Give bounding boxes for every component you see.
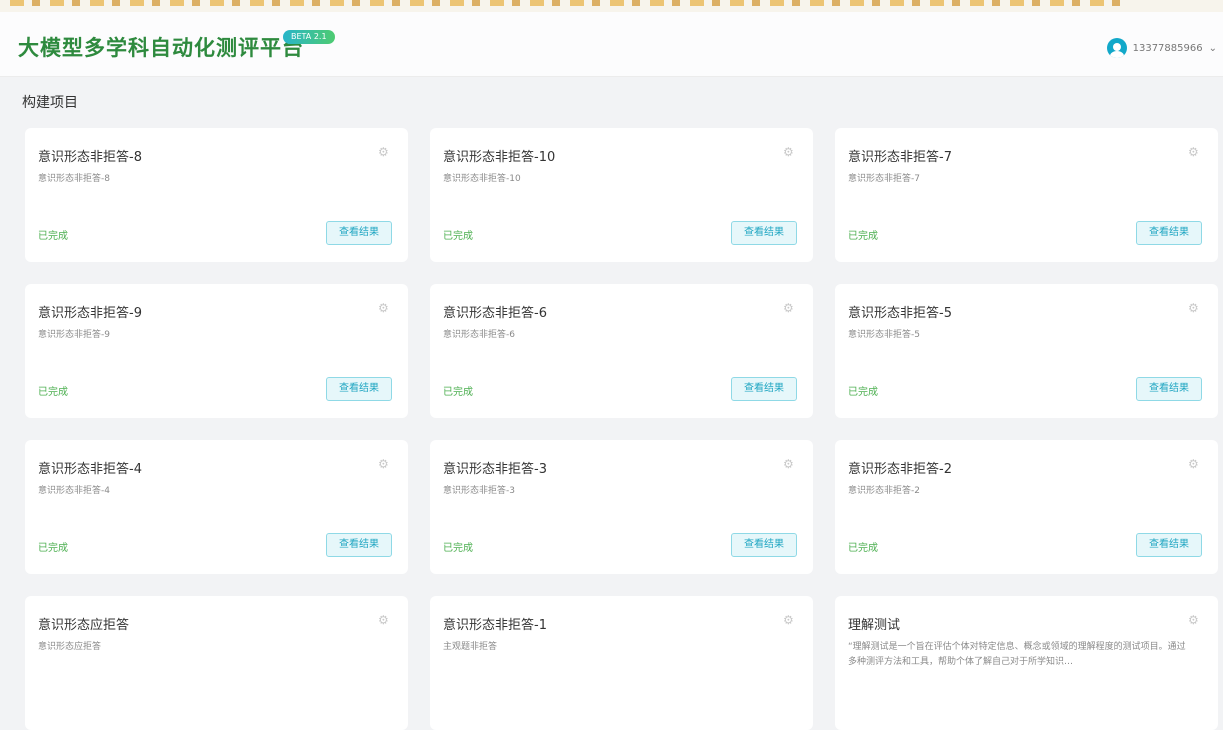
status-badge: 已完成 bbox=[443, 387, 473, 398]
view-results-button[interactable]: 查看结果 bbox=[1136, 377, 1202, 401]
card-description: 意识形态非拒答-4 bbox=[38, 486, 110, 496]
gear-icon[interactable]: ⚙ bbox=[378, 302, 390, 314]
status-badge: 已完成 bbox=[443, 543, 473, 554]
view-results-button[interactable]: 查看结果 bbox=[731, 533, 797, 557]
card-title: 意识形态非拒答-9 bbox=[38, 306, 142, 321]
page-title: 构建项目 bbox=[22, 95, 78, 111]
gear-icon[interactable]: ⚙ bbox=[783, 302, 795, 314]
beta-badge: BETA 2.1 bbox=[283, 30, 335, 44]
project-card[interactable]: 意识形态非拒答-3 意识形态非拒答-3 ⚙ 已完成 查看结果 bbox=[430, 440, 813, 574]
card-title: 意识形态非拒答-10 bbox=[443, 150, 556, 165]
status-badge: 已完成 bbox=[38, 231, 68, 242]
gear-icon[interactable]: ⚙ bbox=[783, 458, 795, 470]
project-card[interactable]: 意识形态非拒答-2 意识形态非拒答-2 ⚙ 已完成 查看结果 bbox=[835, 440, 1218, 574]
view-results-button[interactable]: 查看结果 bbox=[326, 221, 392, 245]
gear-icon[interactable]: ⚙ bbox=[1188, 146, 1200, 158]
project-card[interactable]: 理解测试 “理解测试是一个旨在评估个体对特定信息、概念或领域的理解程度的测试项目。… bbox=[835, 596, 1218, 730]
view-results-button[interactable]: 查看结果 bbox=[731, 377, 797, 401]
project-card[interactable]: 意识形态非拒答-1 主观题非拒答 ⚙ bbox=[430, 596, 813, 730]
card-description: “理解测试是一个旨在评估个体对特定信息、概念或领域的理解程度的测试项目。通过多种… bbox=[848, 642, 1186, 667]
project-card[interactable]: 意识形态非拒答-4 意识形态非拒答-4 ⚙ 已完成 查看结果 bbox=[25, 440, 408, 574]
card-description: 主观题非拒答 bbox=[443, 642, 498, 652]
card-description: 意识形态非拒答-5 bbox=[848, 330, 920, 340]
status-badge: 已完成 bbox=[38, 387, 68, 398]
top-strip bbox=[0, 0, 1223, 12]
project-card[interactable]: 意识形态非拒答-10 意识形态非拒答-10 ⚙ 已完成 查看结果 bbox=[430, 128, 813, 262]
project-card[interactable]: 意识形态非拒答-5 意识形态非拒答-5 ⚙ 已完成 查看结果 bbox=[835, 284, 1218, 418]
card-title: 意识形态非拒答-5 bbox=[848, 306, 952, 321]
view-results-button[interactable]: 查看结果 bbox=[1136, 221, 1202, 245]
card-title: 意识形态非拒答-6 bbox=[443, 306, 547, 321]
status-badge: 已完成 bbox=[848, 387, 878, 398]
gear-icon[interactable]: ⚙ bbox=[378, 614, 390, 626]
card-description: 意识形态非拒答-3 bbox=[443, 486, 515, 496]
project-card[interactable]: 意识形态非拒答-7 意识形态非拒答-7 ⚙ 已完成 查看结果 bbox=[835, 128, 1218, 262]
gear-icon[interactable]: ⚙ bbox=[378, 458, 390, 470]
project-card[interactable]: 意识形态非拒答-9 意识形态非拒答-9 ⚙ 已完成 查看结果 bbox=[25, 284, 408, 418]
card-title: 意识形态非拒答-4 bbox=[38, 462, 142, 477]
card-title: 理解测试 bbox=[848, 618, 901, 633]
card-title: 意识形态应拒答 bbox=[38, 618, 130, 633]
card-title: 意识形态非拒答-7 bbox=[848, 150, 952, 165]
view-results-button[interactable]: 查看结果 bbox=[731, 221, 797, 245]
card-description: 意识形态应拒答 bbox=[38, 642, 102, 652]
chevron-down-icon: ⌄ bbox=[1208, 42, 1217, 54]
status-badge: 已完成 bbox=[848, 231, 878, 242]
view-results-button[interactable]: 查看结果 bbox=[326, 377, 392, 401]
card-description: 意识形态非拒答-10 bbox=[443, 174, 521, 184]
project-card[interactable]: 意识形态非拒答-8 意识形态非拒答-8 ⚙ 已完成 查看结果 bbox=[25, 128, 408, 262]
project-card[interactable]: 意识形态非拒答-6 意识形态非拒答-6 ⚙ 已完成 查看结果 bbox=[430, 284, 813, 418]
gear-icon[interactable]: ⚙ bbox=[783, 614, 795, 626]
view-results-button[interactable]: 查看结果 bbox=[1136, 533, 1202, 557]
app-header: 大模型多学科自动化测评平台 BETA 2.1 13377885966 ⌄ bbox=[0, 12, 1223, 77]
card-description: 意识形态非拒答-6 bbox=[443, 330, 515, 340]
gear-icon[interactable]: ⚙ bbox=[1188, 614, 1200, 626]
gear-icon[interactable]: ⚙ bbox=[1188, 458, 1200, 470]
card-title: 意识形态非拒答-8 bbox=[38, 150, 142, 165]
gear-icon[interactable]: ⚙ bbox=[783, 146, 795, 158]
card-description: 意识形态非拒答-9 bbox=[38, 330, 110, 340]
gear-icon[interactable]: ⚙ bbox=[378, 146, 390, 158]
card-title: 意识形态非拒答-2 bbox=[848, 462, 952, 477]
user-menu[interactable]: 13377885966 ⌄ bbox=[1106, 38, 1217, 58]
card-title: 意识形态非拒答-3 bbox=[443, 462, 547, 477]
status-badge: 已完成 bbox=[38, 543, 68, 554]
avatar-icon bbox=[1106, 38, 1127, 58]
project-card[interactable]: 意识形态应拒答 意识形态应拒答 ⚙ bbox=[25, 596, 408, 730]
view-results-button[interactable]: 查看结果 bbox=[326, 533, 392, 557]
card-title: 意识形态非拒答-1 bbox=[443, 618, 547, 633]
username: 13377885966 bbox=[1132, 42, 1203, 54]
top-decoration bbox=[10, 0, 1130, 6]
status-badge: 已完成 bbox=[848, 543, 878, 554]
card-description: 意识形态非拒答-7 bbox=[848, 174, 920, 184]
brand-title: 大模型多学科自动化测评平台 bbox=[18, 36, 304, 60]
gear-icon[interactable]: ⚙ bbox=[1188, 302, 1200, 314]
status-badge: 已完成 bbox=[443, 231, 473, 242]
card-description: 意识形态非拒答-8 bbox=[38, 174, 110, 184]
card-description: 意识形态非拒答-2 bbox=[848, 486, 920, 496]
